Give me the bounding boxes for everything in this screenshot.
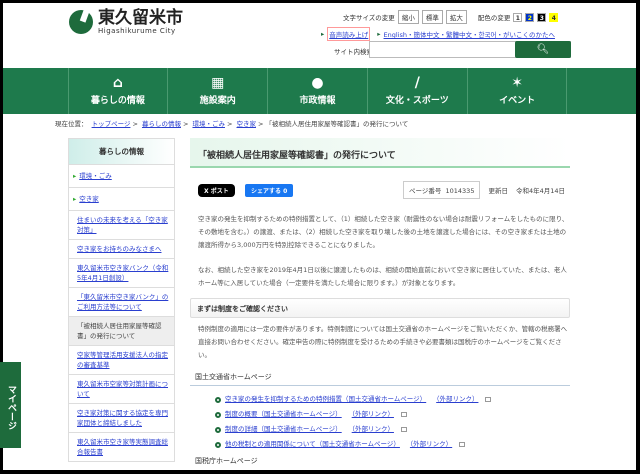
search-icon: 🔍︎ [536, 44, 550, 55]
font-large-button[interactable]: 拡大 [445, 10, 467, 24]
page: 東久留米市 Higashikurume City 文字サイズの変更 縮小 標準 拡… [0, 3, 636, 470]
page-number: 1014335 [445, 187, 475, 195]
color-label: 配色の変更 [477, 14, 511, 22]
font-normal-button[interactable]: 標準 [421, 10, 443, 24]
nav-label: 文化・スポーツ [385, 96, 449, 106]
house-icon: ⌂ [112, 75, 123, 91]
nav-facilities[interactable]: ▦ 施設案内 [167, 68, 267, 114]
sidebar-link[interactable]: 東久留米市空き家バンク（令和5年4月1日創設） [77, 264, 168, 282]
breadcrumb-current: 「被相続人居住用家屋等確認書」の発行について [265, 120, 409, 128]
breadcrumb-link[interactable]: 暮らしの情報 [142, 120, 181, 128]
mlit-heading: 国土交通省ホームページ [190, 369, 570, 386]
sidebar-link[interactable]: 空き家対策に関する協定を専門家団体と締結しました [77, 409, 168, 427]
sidebar: 暮らしの情報 ▸ 環境・ごみ ▸ 空き家 住まいの未来を考える「空き家対策」 空き家… [68, 138, 175, 462]
nav-events[interactable]: ✶ イベント [466, 68, 568, 114]
new-window-icon [485, 397, 492, 402]
sidebar-link[interactable]: 東久留米市空家等対策計画について [77, 380, 168, 398]
page-title: 「被相続人居住用家屋等確認書」の発行について [190, 138, 570, 168]
note-paragraph: なお、相続した空き家を2019年4月1日以後に譲渡したものは、相続の開始直前にお… [198, 266, 567, 287]
bullet-icon [215, 396, 221, 403]
nav-label: 市政情報 [299, 96, 336, 106]
x-post-button[interactable]: X ポスト [198, 184, 235, 197]
global-nav: ⌂ 暮らしの情報 ▦ 施設案内 ● 市政情報 / 文化・スポーツ ✶ イベント [3, 68, 636, 114]
sidebar-link[interactable]: 空き家をお持ちのみなさまへ [77, 245, 162, 253]
sidebar-link[interactable]: 「東久留米市空き家バンク」のご利用方法等について [77, 293, 168, 311]
font-small-button[interactable]: 縮小 [397, 10, 419, 24]
mypage-tab[interactable]: マイページ [0, 362, 21, 448]
color-2-button[interactable]: 2 [525, 12, 535, 22]
breadcrumb: 現在位置： トップページ > 暮らしの情報 > 環境・ごみ > 空き家 > 「被相続人居… [55, 120, 409, 128]
header-links: ▸ 音声読み上げ ▸ English・簡体中文・繁體中文・한국어・がいこくのかたへ [321, 27, 555, 41]
intro-paragraph: 空き家の発生を抑制するための特例措置として、（1）相続した空き家（耐震性のない場… [198, 215, 569, 249]
facebook-share-button[interactable]: シェアする 0 [245, 184, 294, 197]
baton-icon: / [414, 75, 420, 91]
new-window-icon [459, 442, 466, 447]
color-3-button[interactable]: 3 [537, 12, 547, 22]
breadcrumb-link[interactable]: 空き家 [237, 120, 257, 128]
main-content: 「被相続人居住用家屋等確認書」の発行について X ポスト シェアする 0 ページ… [190, 138, 570, 465]
bullet-icon [215, 426, 221, 433]
site-logo[interactable]: 東久留米市 Higashikurume City [69, 9, 183, 35]
nta-heading: 国税庁ホームページ [195, 457, 258, 465]
sidebar-current: 「被相続人居住用家屋等確認書」の発行について [77, 322, 162, 340]
nav-culture[interactable]: / 文化・スポーツ [366, 68, 467, 114]
building-icon: ▦ [211, 75, 225, 91]
breadcrumb-label: 現在位置： [55, 120, 88, 128]
sidebar-title: 暮らしの情報 [69, 139, 174, 165]
logo-sub: Higashikurume City [98, 27, 176, 35]
breadcrumb-link[interactable]: 環境・ごみ [192, 120, 225, 128]
nav-label: 暮らしの情報 [90, 96, 145, 106]
external-link[interactable]: 制度の詳細（国土交通省ホームページ） （外部リンク） [225, 422, 394, 437]
sidebar-link[interactable]: 空き家 [79, 195, 99, 203]
party-icon: ✶ [511, 75, 523, 91]
bullet-icon [215, 441, 221, 448]
sidebar-link[interactable]: 住まいの未来を考える「空き家対策」 [77, 216, 168, 234]
read-aloud-link[interactable]: 音声読み上げ [327, 27, 371, 41]
nav-city[interactable]: ● 市政情報 [267, 68, 367, 114]
city-mark-icon: ● [311, 75, 324, 91]
font-size-tools: 文字サイズの変更 縮小 標準 拡大 配色の変更 1 2 3 4 [343, 10, 559, 24]
updated-label: 更新日 [488, 187, 508, 195]
city-logo-icon [69, 10, 93, 34]
language-link[interactable]: English・簡体中文・繁體中文・한국어・がいこくのかたへ [384, 29, 555, 39]
search-label: サイト内検索 [334, 48, 373, 56]
color-4-button[interactable]: 4 [549, 12, 559, 22]
new-window-icon [400, 427, 407, 432]
font-size-label: 文字サイズの変更 [343, 14, 395, 22]
section-heading: まずは制度をご確認ください [190, 298, 570, 318]
page-meta: ページ番号 1014335 更新日 令和4年4月14日 [340, 181, 565, 199]
new-window-icon [400, 412, 407, 417]
logo-name: 東久留米市 [98, 8, 183, 28]
nav-life[interactable]: ⌂ 暮らしの情報 [67, 68, 168, 114]
search-button[interactable]: 🔍︎ [515, 41, 571, 58]
external-link[interactable]: 空き家の発生を抑制するための特例措置（国土交通省ホームページ） （外部リンク） [225, 392, 478, 407]
bullet-icon [215, 411, 221, 418]
external-link[interactable]: 他の税制との適用関係について（国土交通省ホームページ） （外部リンク） [225, 437, 452, 452]
page-number-label: ページ番号 [408, 187, 442, 195]
sidebar-link[interactable]: 東久留米市空き家等実態調査総合報告書 [77, 438, 168, 456]
mlit-links: 空き家の発生を抑制するための特例措置（国土交通省ホームページ） （外部リンク） 制… [215, 392, 492, 452]
breadcrumb-link[interactable]: トップページ [92, 120, 131, 128]
system-paragraph: 特例制度の適用には一定の要件があります。特例制度については国土交通省のホームペー… [198, 325, 568, 359]
nav-label: 施設案内 [199, 96, 236, 106]
sidebar-link[interactable]: 空家等管理活用支援法人の指定の審査基準 [77, 351, 168, 369]
external-link[interactable]: 制度の概要（国土交通省ホームページ） （外部リンク） [225, 407, 394, 422]
color-1-button[interactable]: 1 [513, 12, 523, 22]
sidebar-link[interactable]: 環境・ごみ [79, 172, 112, 180]
nav-label: イベント [499, 96, 536, 106]
updated-date: 令和4年4月14日 [515, 187, 565, 195]
